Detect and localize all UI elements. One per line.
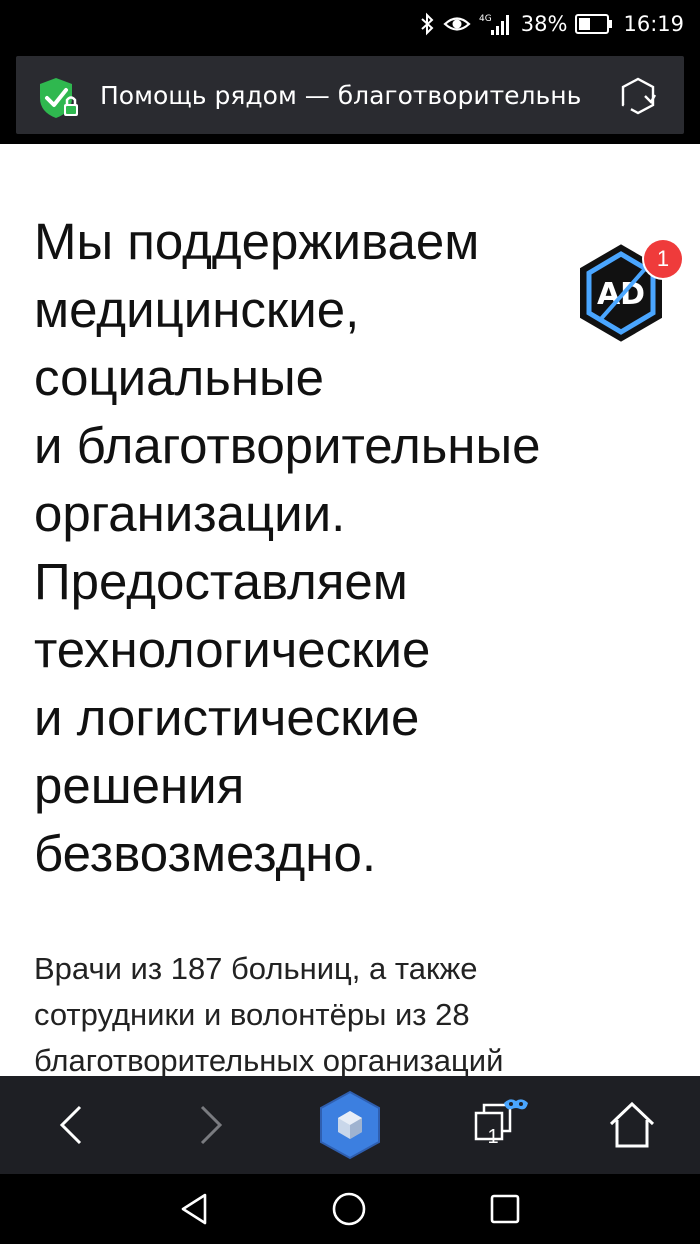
home-icon	[609, 1101, 655, 1148]
nav-back-icon	[181, 1193, 207, 1225]
system-nav-bar	[0, 1174, 700, 1244]
headline-line: Мы поддерживаем	[34, 213, 480, 270]
battery-percent: 38%	[520, 12, 568, 36]
nav-back-button[interactable]	[160, 1174, 230, 1244]
back-arrow-icon	[59, 1105, 82, 1145]
alice-button[interactable]	[312, 1076, 388, 1174]
headline-line: медицинские,	[34, 281, 360, 338]
shield-check-lock-icon[interactable]	[36, 76, 80, 120]
adblock-count-badge: 1	[644, 240, 682, 278]
network-label: 4G	[479, 14, 492, 24]
page-title[interactable]: Помощь рядом — благотворительнь	[100, 76, 612, 116]
headline-line: Предоставляем	[34, 553, 408, 610]
reload-icon[interactable]	[616, 74, 660, 118]
battery-icon	[575, 13, 613, 35]
tabs-button[interactable]: 1	[458, 1076, 534, 1174]
signal-icon: 4G	[479, 12, 513, 36]
status-icons: 4G 38% 16:19	[419, 0, 684, 48]
back-button[interactable]	[36, 1076, 106, 1174]
address-bar[interactable]: Помощь рядом — благотворительнь	[16, 56, 684, 134]
bluetooth-icon	[419, 12, 435, 36]
forward-arrow-icon	[200, 1105, 223, 1145]
nav-recents-button[interactable]	[470, 1174, 540, 1244]
eye-icon	[443, 13, 471, 35]
address-bar-area: Помощь рядом — благотворительнь	[0, 48, 700, 144]
browser-toolbar: 1	[0, 1076, 700, 1174]
paragraph-line: благотворительных организаций	[34, 1043, 504, 1076]
status-bar: 4G 38% 16:19	[0, 0, 700, 48]
headline-line: и благотворительные	[34, 417, 541, 474]
forward-button[interactable]	[176, 1076, 246, 1174]
tabs-incognito-icon: 1	[464, 1093, 528, 1157]
headline-line: решения	[34, 757, 245, 814]
headline-line: организации.	[34, 485, 346, 542]
headline-line: и логистические	[34, 689, 420, 746]
headline-line: социальные	[34, 349, 325, 406]
clock: 16:19	[623, 12, 684, 36]
headline-line: безвозмездно.	[34, 825, 376, 882]
nav-recents-icon	[490, 1194, 520, 1224]
headline: Мы поддерживаем медицинские, социальные …	[34, 208, 594, 888]
alice-hexagon-icon	[320, 1090, 380, 1160]
paragraph-line: сотрудники и волонтёры из 28	[34, 997, 470, 1032]
nav-home-button[interactable]	[314, 1174, 384, 1244]
nav-home-icon	[332, 1192, 366, 1226]
intro-paragraph: Врачи из 187 больниц, а также сотрудники…	[34, 946, 654, 1076]
headline-line: технологические	[34, 621, 431, 678]
tabs-count: 1	[487, 1125, 499, 1148]
home-button[interactable]	[594, 1076, 670, 1174]
paragraph-line: Врачи из 187 больниц, а также	[34, 951, 478, 986]
